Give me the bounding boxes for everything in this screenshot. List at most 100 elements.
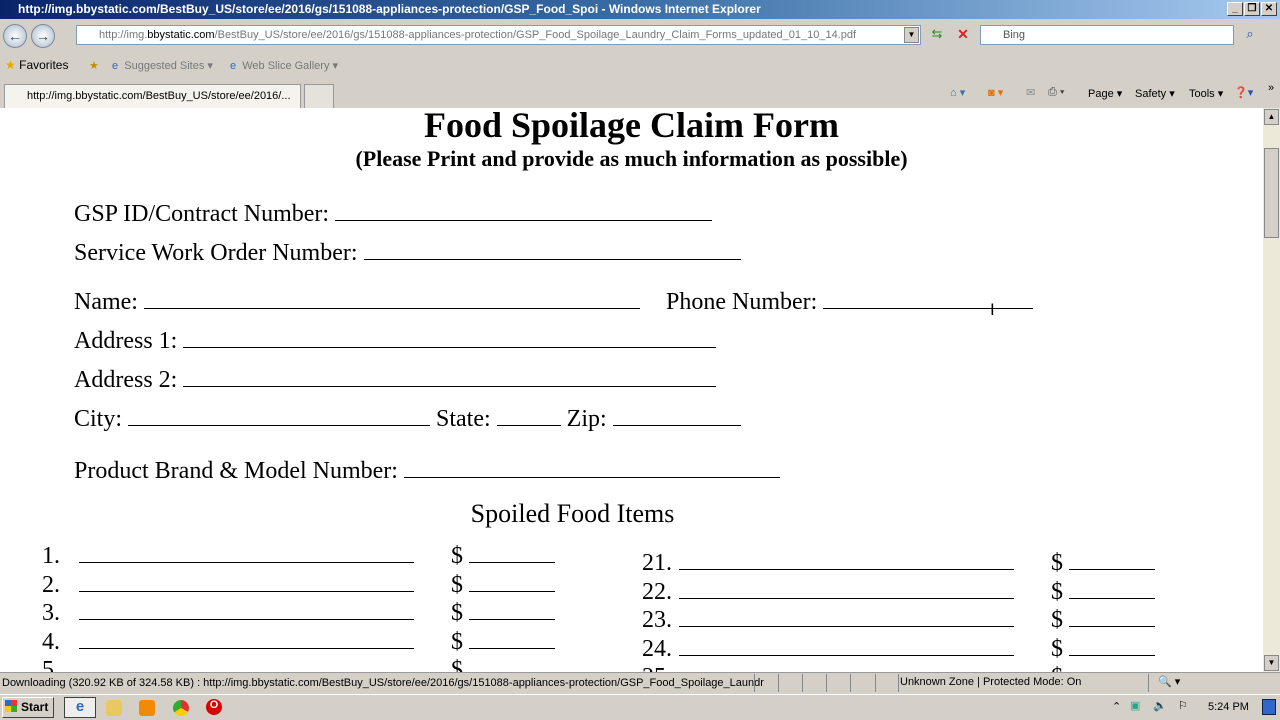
scrollbar-thumb[interactable] (1264, 148, 1279, 238)
item-description-line[interactable] (679, 636, 1014, 656)
feeds-icon[interactable]: ◙ ▾ (988, 86, 1003, 99)
address2-field[interactable]: Address 2: (74, 367, 717, 394)
zip-line[interactable] (612, 406, 741, 426)
item-number: 4. (42, 628, 60, 655)
pdf-document: Food Spoilage Claim Form (Please Print a… (0, 108, 1263, 672)
address1-line[interactable] (183, 328, 717, 348)
add-favorite-icon[interactable]: ★ (89, 59, 99, 72)
address1-field[interactable]: Address 1: (74, 328, 717, 355)
address-bar[interactable]: http://img.bbystatic.com/BestBuy_US/stor… (76, 25, 921, 45)
tray-expand-icon[interactable]: ⌃ (1112, 700, 1121, 713)
favorites-button[interactable]: ★ Favorites (5, 58, 68, 72)
item-description-line[interactable] (79, 543, 414, 563)
url-host: bbystatic.com (147, 29, 215, 41)
name-field[interactable]: Name: (74, 289, 640, 316)
windows-logo-icon (5, 700, 17, 712)
start-label: Start (21, 700, 49, 714)
volume-icon[interactable]: 🔈 (1153, 699, 1167, 712)
ie-icon: e (112, 60, 119, 72)
mail-icon[interactable]: ✉ (1026, 86, 1035, 99)
forward-button[interactable]: → (31, 24, 55, 48)
item-number: 24. (642, 635, 672, 662)
gsp-line[interactable] (335, 201, 713, 221)
new-tab-button[interactable] (304, 84, 334, 108)
zone-status[interactable]: Unknown Zone | Protected Mode: On (900, 676, 1081, 688)
scroll-up-button[interactable]: ▲ (1264, 109, 1279, 125)
item-amount-line[interactable] (1069, 636, 1155, 656)
page-menu[interactable]: Page ▾ (1088, 87, 1122, 100)
item-amount-line[interactable] (469, 629, 555, 649)
currency-symbol: $ (451, 543, 463, 569)
suggested-sites-link[interactable]: e Suggested Sites ▾ (112, 59, 213, 72)
food-item-row: 5. $ (42, 657, 555, 672)
ie-taskbar-icon[interactable]: e (64, 697, 96, 718)
item-amount-line[interactable] (1069, 550, 1155, 570)
state-line[interactable] (496, 406, 561, 426)
web-slice-gallery-link[interactable]: e Web Slice Gallery ▾ (230, 59, 338, 72)
minimize-button[interactable]: _ (1227, 2, 1243, 16)
item-amount-line[interactable] (469, 657, 555, 672)
phone-line[interactable] (823, 289, 1034, 309)
back-button[interactable]: ← (3, 24, 27, 48)
scroll-down-button[interactable]: ▼ (1264, 655, 1279, 671)
item-amount-line[interactable] (1069, 579, 1155, 599)
food-item-row: 4. $ (42, 629, 555, 656)
restore-button[interactable]: ❐ (1244, 2, 1260, 16)
phone-field[interactable]: Phone Number: (666, 289, 1034, 316)
zoom-icon[interactable]: 🔍 ▾ (1158, 675, 1180, 688)
product-field[interactable]: Product Brand & Model Number: (74, 458, 780, 485)
zip-label: Zip: (566, 406, 607, 432)
opera-taskbar-icon[interactable]: O (206, 699, 222, 715)
tools-menu-label: Tools (1189, 88, 1215, 100)
item-description-line[interactable] (79, 657, 414, 672)
food-item-row: 25. $ (642, 664, 1155, 672)
item-description-line[interactable] (679, 607, 1014, 627)
currency-symbol: $ (1051, 550, 1063, 576)
close-button[interactable]: ✕ (1261, 2, 1277, 16)
product-line[interactable] (403, 458, 780, 478)
item-amount-line[interactable] (1069, 664, 1155, 672)
currency-symbol: $ (451, 600, 463, 626)
swo-label: Service Work Order Number: (74, 240, 358, 266)
item-description-line[interactable] (679, 664, 1014, 672)
browser-tab[interactable]: http://img.bbystatic.com/BestBuy_US/stor… (4, 84, 301, 108)
city-line[interactable] (128, 406, 431, 426)
safety-menu[interactable]: Safety ▾ (1135, 87, 1175, 100)
address2-line[interactable] (183, 367, 717, 387)
form-title: Food Spoilage Claim Form (424, 108, 839, 145)
flag-icon[interactable]: ⚐ (1178, 699, 1188, 712)
item-amount-line[interactable] (469, 543, 555, 563)
address1-label: Address 1: (74, 328, 178, 354)
name-line[interactable] (143, 289, 640, 309)
item-description-line[interactable] (79, 629, 414, 649)
explorer-taskbar-icon[interactable] (106, 700, 122, 716)
item-amount-line[interactable] (469, 572, 555, 592)
gsp-id-field[interactable]: GSP ID/Contract Number: (74, 201, 713, 228)
item-amount-line[interactable] (469, 600, 555, 620)
food-item-row: 22. $ (642, 579, 1155, 606)
swo-line[interactable] (363, 240, 741, 260)
item-description-line[interactable] (679, 550, 1014, 570)
item-description-line[interactable] (679, 579, 1014, 599)
network-icon[interactable]: ▣ (1130, 699, 1140, 712)
search-input[interactable]: Bing (980, 25, 1234, 45)
work-order-field[interactable]: Service Work Order Number: (74, 240, 741, 267)
item-amount-line[interactable] (1069, 607, 1155, 627)
item-description-line[interactable] (79, 572, 414, 592)
chrome-taskbar-icon[interactable] (173, 700, 189, 716)
show-desktop-button[interactable] (1262, 699, 1276, 715)
media-player-taskbar-icon[interactable] (139, 700, 155, 716)
search-icon[interactable]: ⌕ (1240, 26, 1260, 45)
stop-icon[interactable]: ✕ (953, 26, 973, 45)
item-description-line[interactable] (79, 600, 414, 620)
item-number: 1. (42, 543, 60, 569)
help-icon[interactable]: ❓▾ (1234, 86, 1253, 99)
home-icon[interactable]: ⌂ ▾ (950, 86, 965, 99)
chevron-more-icon[interactable]: » (1268, 82, 1274, 94)
food-item-row: 23. $ (642, 607, 1155, 634)
address-dropdown-icon[interactable]: ▼ (904, 27, 919, 43)
tools-menu[interactable]: Tools ▾ (1189, 87, 1223, 100)
clock[interactable]: 5:24 PM (1208, 701, 1249, 713)
print-icon[interactable]: ⎙ ▾ (1048, 86, 1064, 99)
refresh-icon[interactable]: ⇆ (927, 26, 947, 45)
